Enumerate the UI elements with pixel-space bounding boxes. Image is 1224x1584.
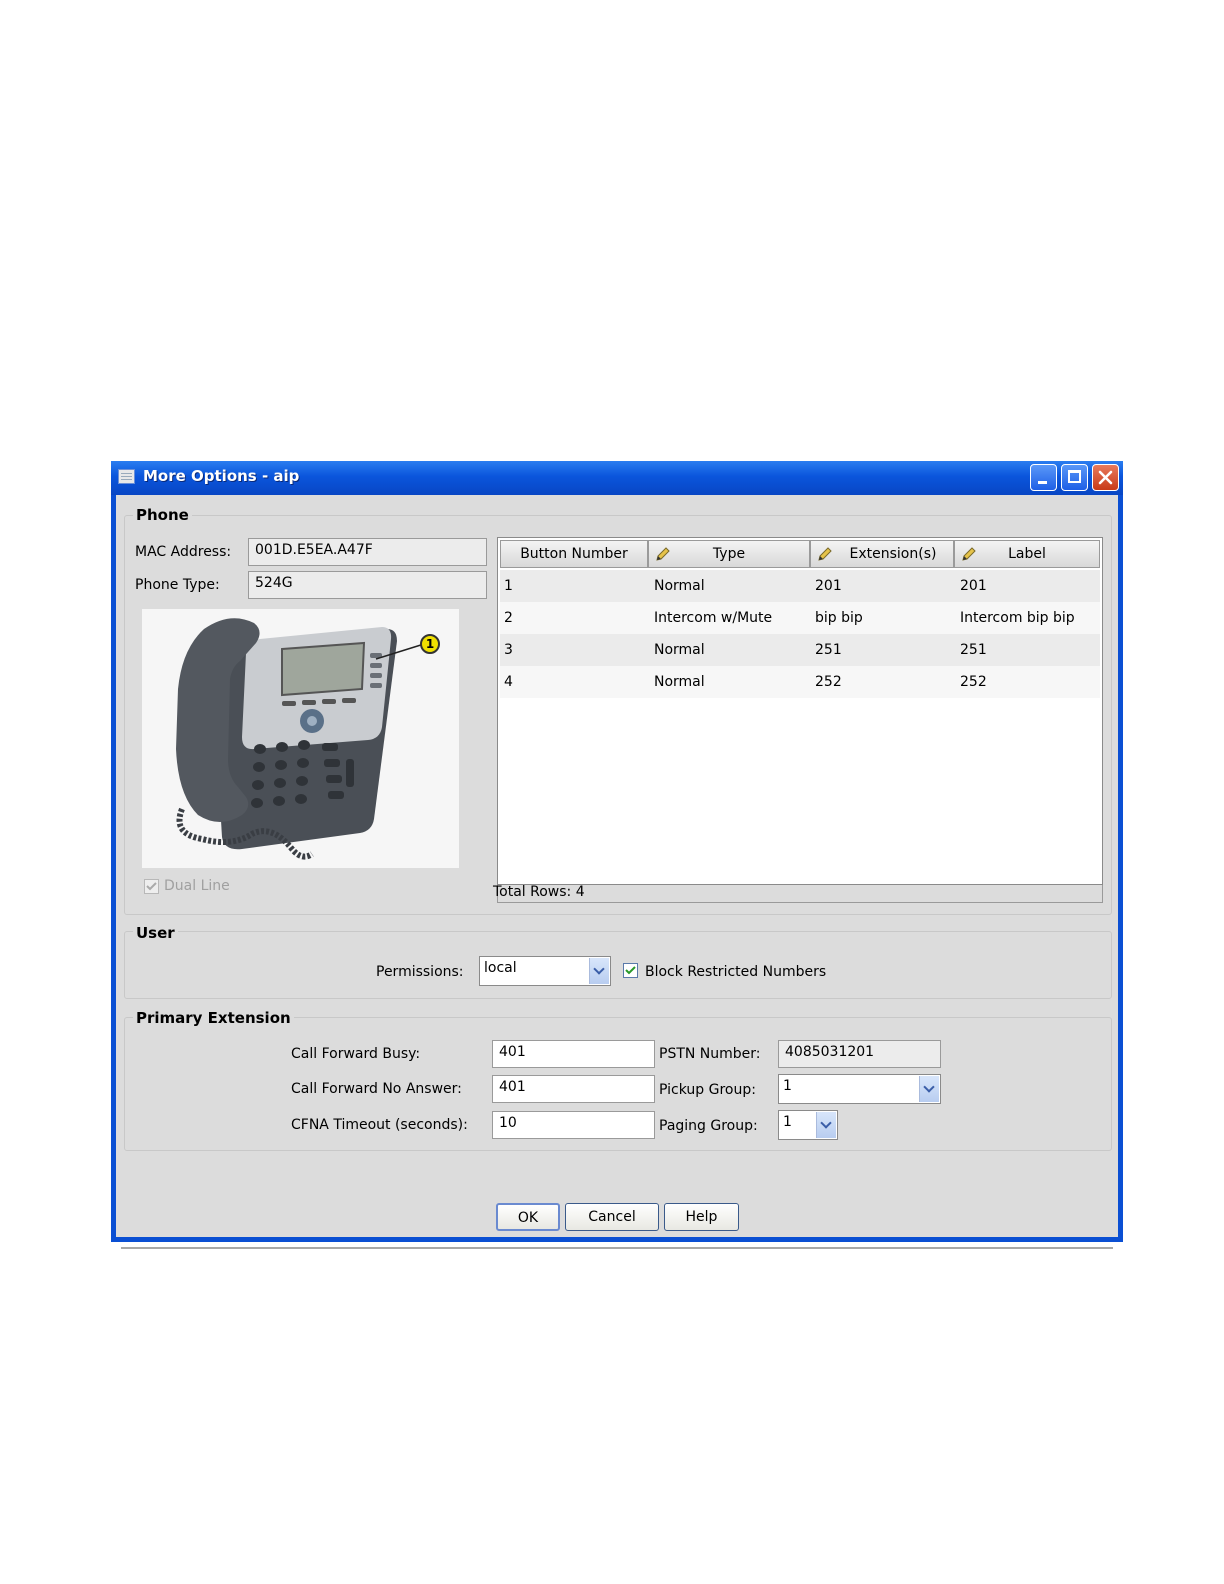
cell-number: 1 [504,578,513,594]
cell-label: Intercom bip bip [960,610,1075,626]
primary-extension-title: Primary Extension [133,1009,294,1027]
permissions-dropdown[interactable]: local [479,956,611,986]
phone-type-field[interactable]: 524G [248,571,487,599]
maximize-icon [1068,470,1081,483]
user-section [124,931,1112,999]
ip-phone-icon [176,618,425,860]
call-forward-busy-label: Call Forward Busy: [291,1046,421,1062]
cell-number: 2 [504,610,513,626]
cell-number: 4 [504,674,513,690]
ok-button[interactable]: OK [496,1203,560,1231]
pstn-number-label: PSTN Number: [659,1046,761,1062]
dropdown-arrow-icon[interactable] [589,958,609,984]
cell-type: Intercom w/Mute [654,610,773,626]
pencil-icon [962,547,976,561]
title-bar[interactable]: More Options - aip [111,461,1123,495]
minimize-icon [1038,481,1047,484]
total-rows-text: Total Rows: 4 [493,884,585,900]
cell-extension: 201 [815,578,842,594]
pencil-icon [656,547,670,561]
column-header-extensions[interactable]: Extension(s) [810,540,954,568]
phone-type-label: Phone Type: [135,577,220,593]
more-options-window: More Options - aip Phone MAC Address: 00… [111,461,1123,1249]
call-forward-no-answer-label: Call Forward No Answer: [291,1081,462,1097]
help-button[interactable]: Help [664,1203,739,1231]
callout-badge: 1 [420,634,440,654]
window-icon [118,469,135,484]
cell-type: Normal [654,642,705,658]
user-section-title: User [133,924,178,942]
table-row[interactable]: 2 Intercom w/Mute bip bip Intercom bip b… [500,602,1100,634]
call-forward-busy-input[interactable]: 401 [492,1040,655,1068]
pickup-group-label: Pickup Group: [659,1082,756,1098]
cell-label: 251 [960,642,987,658]
dual-line-label: Dual Line [164,878,230,894]
column-header-label: Extension(s) [849,546,937,562]
checkbox-icon [625,966,636,975]
cell-number: 3 [504,642,513,658]
status-bar [121,1247,1113,1275]
cell-extension: 251 [815,642,842,658]
column-header-button-number[interactable]: Button Number [500,540,648,568]
table-row[interactable]: 1 Normal 201 201 [500,570,1100,602]
cell-extension: 252 [815,674,842,690]
block-restricted-label: Block Restricted Numbers [645,964,827,980]
block-restricted-checkbox[interactable] [623,963,638,978]
maximize-button[interactable] [1061,464,1088,491]
mac-address-label: MAC Address: [135,544,232,560]
column-header-label-col[interactable]: Label [954,540,1100,568]
pencil-icon [818,547,832,561]
dual-line-checkbox[interactable] [144,879,159,894]
window-title: More Options - aip [143,467,300,485]
close-button[interactable] [1092,464,1119,491]
column-header-label: Type [712,546,746,562]
call-forward-no-answer-input[interactable]: 401 [492,1075,655,1103]
pickup-group-dropdown[interactable]: 1 [778,1074,941,1104]
column-header-type[interactable]: Type [648,540,810,568]
table-row[interactable]: 4 Normal 252 252 [500,666,1100,698]
pstn-number-field[interactable]: 4085031201 [778,1040,941,1068]
dialog-body: Phone MAC Address: 001D.E5EA.A47F Phone … [116,495,1118,1249]
cfna-timeout-input[interactable]: 10 [492,1111,655,1139]
pickup-group-value: 1 [783,1078,792,1094]
cell-label: 201 [960,578,987,594]
cell-type: Normal [654,578,705,594]
dropdown-arrow-icon[interactable] [919,1076,939,1102]
minimize-button[interactable] [1030,464,1057,491]
phone-section-title: Phone [133,506,192,524]
phone-image: 1 [142,609,459,868]
cell-label: 252 [960,674,987,690]
cell-extension: bip bip [815,610,863,626]
paging-group-value: 1 [783,1114,792,1130]
column-header-label: Button Number [520,546,628,562]
checkbox-icon [146,882,157,891]
mac-address-field[interactable]: 001D.E5EA.A47F [248,538,487,566]
paging-group-dropdown[interactable]: 1 [778,1110,838,1140]
permissions-label: Permissions: [376,964,464,980]
cfna-timeout-label: CFNA Timeout (seconds): [291,1117,468,1133]
close-icon [1098,470,1113,485]
table-row[interactable]: 3 Normal 251 251 [500,634,1100,666]
paging-group-label: Paging Group: [659,1118,758,1134]
permissions-value: local [484,960,517,976]
phone-buttons-table: Button Number Type Extension(s) Label 1 … [497,537,1103,885]
dropdown-arrow-icon[interactable] [816,1112,836,1138]
column-header-label: Label [1008,546,1046,562]
cell-type: Normal [654,674,705,690]
cancel-button[interactable]: Cancel [565,1203,659,1231]
